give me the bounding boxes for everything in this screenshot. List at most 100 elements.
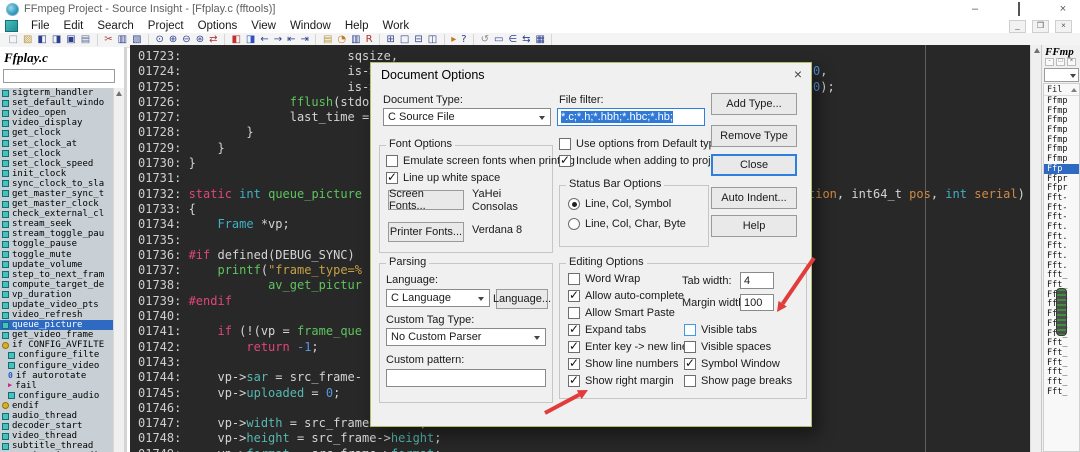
symbol-item-stream-toggle-pau[interactable]: stream_toggle_pau (0, 229, 117, 239)
symbol-item-toggle-pause[interactable]: toggle_pause (0, 239, 117, 249)
file-list-item[interactable]: Fft_ (1044, 338, 1079, 348)
symbol-item-video-refresh[interactable]: video_refresh (0, 310, 117, 320)
file-filter-select[interactable] (1044, 68, 1079, 82)
symbol-item-sigterm-handler[interactable]: sigterm_handler (0, 88, 117, 98)
language-select[interactable]: C Language (386, 289, 490, 307)
close-icon[interactable]: × (1056, 0, 1070, 18)
symbol-filter-input[interactable] (3, 69, 115, 83)
symbol-item-init-clock[interactable]: init_clock (0, 169, 117, 179)
panel-restore-icon[interactable]: □ (1056, 58, 1065, 66)
minimize-icon[interactable]: – (968, 0, 982, 18)
margin-width-input[interactable]: 100 (740, 294, 774, 311)
editing-show-page-breaks-checkbox[interactable]: Show page breaks (684, 372, 792, 389)
dialog-close-icon[interactable]: × (794, 66, 802, 82)
editing-allow-auto-complete-checkbox[interactable]: Allow auto-complete (568, 287, 688, 304)
copy-icon[interactable]: ▥ (115, 34, 129, 46)
print-icon[interactable]: ▤ (78, 34, 92, 46)
symbol-item-step-to-next-fram[interactable]: step_to_next_fram (0, 270, 117, 280)
statusbar-line-col-char-byte-radio[interactable]: Line, Col, Char, Byte (568, 214, 686, 234)
file-list-item[interactable]: Ffmp (1044, 144, 1079, 154)
symbol-item-sync-clock-to-sla[interactable]: sync_clock_to_sla (0, 179, 117, 189)
file-list-item[interactable]: fft_ (1044, 270, 1079, 280)
scroll-up-icon[interactable] (1071, 87, 1077, 92)
printer-fonts-button[interactable]: Printer Fonts... (388, 222, 464, 242)
menu-search[interactable]: Search (90, 20, 140, 32)
file-list-item[interactable]: Ffmp (1044, 96, 1079, 106)
symbol-item-video-thread[interactable]: video_thread (0, 431, 117, 441)
file-list-item[interactable]: Ffpr (1044, 174, 1079, 184)
symbol-item-get-clock[interactable]: get_clock (0, 128, 117, 138)
symbol-item-toggle-mute[interactable]: toggle_mute (0, 250, 117, 260)
file-filter-input[interactable]: *.c;*.h;*.hbh;*.hbc;*.hb; (557, 108, 705, 126)
symbol-item-update-video-pts[interactable]: update_video_pts (0, 300, 117, 310)
add-type-button[interactable]: Add Type... (711, 93, 797, 115)
editing-expand-tabs-checkbox[interactable]: Expand tabs (568, 321, 688, 338)
file-list-item[interactable]: Ffmp (1044, 106, 1079, 116)
menu-file[interactable]: File (24, 20, 57, 32)
custom-pattern-input[interactable] (386, 369, 546, 387)
symbol-item-check-external-cl[interactable]: check_external_cl (0, 209, 117, 219)
mdi-restore-icon[interactable]: ❒ (1032, 20, 1049, 33)
file-list-item[interactable]: Ffpr (1044, 183, 1079, 193)
save-as-icon[interactable]: ◨ (49, 34, 63, 46)
document-type-select[interactable]: C Source File (383, 108, 551, 126)
file-list-item[interactable]: Fft_ (1044, 358, 1079, 368)
save-all-icon[interactable]: ▣ (64, 34, 78, 46)
file-list-item[interactable]: Ffmp (1044, 135, 1079, 145)
symbol-item-get-video-frame[interactable]: get_video_frame (0, 330, 117, 340)
mdi-close-icon[interactable]: × (1055, 20, 1072, 33)
symbol-item-video-display[interactable]: video_display (0, 118, 117, 128)
symbol-item-queue-picture[interactable]: queue_picture (0, 320, 117, 331)
dialog-title-bar[interactable]: Document Options × (371, 63, 811, 87)
editing-visible-spaces-checkbox[interactable]: Visible spaces (684, 338, 792, 355)
symbol-item-configure-video[interactable]: configure_video (0, 361, 117, 371)
custom-tag-type-select[interactable]: No Custom Parser (386, 328, 546, 346)
file-list-item[interactable]: Fft. (1044, 241, 1079, 251)
mdi-minimize-icon[interactable]: _ (1009, 20, 1026, 33)
file-list-item[interactable]: Ffp (1044, 163, 1079, 174)
symbol-item-video-open[interactable]: video_open (0, 108, 117, 118)
scroll-up-icon[interactable] (116, 91, 122, 96)
symbol-item-if-autorotate[interactable]: 0 if autorotate (0, 371, 117, 381)
symbol-item-stream-seek[interactable]: stream_seek (0, 219, 117, 229)
help-button[interactable]: Help (711, 215, 797, 237)
remove-type-button[interactable]: Remove Type (711, 125, 797, 147)
menu-work[interactable]: Work (376, 20, 417, 32)
editing-show-right-margin-checkbox[interactable]: Show right margin (568, 372, 688, 389)
symbol-item-set-clock-speed[interactable]: set_clock_speed (0, 159, 117, 169)
font-emulate-screen-fonts-when-printing-checkbox[interactable]: Emulate screen fonts when printing (386, 152, 575, 169)
file-list-item[interactable]: fft_ (1044, 367, 1079, 377)
symbol-item-fail[interactable]: ▶ fail (0, 381, 117, 391)
file-list-item[interactable]: Fft. (1044, 232, 1079, 242)
symbol-item-configure-filte[interactable]: configure_filte (0, 350, 117, 360)
file-list-item[interactable]: Ffmp (1044, 125, 1079, 135)
file-list-item[interactable]: Fft- (1044, 212, 1079, 222)
symbol-item-vp-duration[interactable]: vp_duration (0, 290, 117, 300)
close-button[interactable]: Close (711, 154, 797, 176)
symbol-item-get-master-clock[interactable]: get_master_clock (0, 199, 117, 209)
cut-icon[interactable]: ✂ (102, 34, 115, 46)
restore-icon[interactable] (1012, 0, 1026, 18)
save-icon[interactable]: ◧ (35, 34, 49, 46)
tab-width-input[interactable]: 4 (740, 272, 774, 289)
screen-fonts-button[interactable]: Screen Fonts... (388, 188, 464, 212)
symbol-item-compute-target-de[interactable]: compute_target_de (0, 280, 117, 290)
symbol-item-set-clock[interactable]: set_clock (0, 149, 117, 159)
file-list-item[interactable]: Ffmp (1044, 115, 1079, 125)
file-list-item[interactable]: Ffmp (1044, 154, 1079, 164)
symbol-item-endif[interactable]: endif (0, 401, 117, 411)
language-button[interactable]: Language... (493, 289, 551, 309)
symbol-item-set-clock-at[interactable]: set_clock_at (0, 138, 117, 149)
type-use-options-from-default-type-checkbox[interactable]: Use options from Default type (559, 135, 731, 152)
file-list-item[interactable]: Fft- (1044, 193, 1079, 203)
menu-view[interactable]: View (244, 20, 283, 32)
editing-enter-key-new-line-checkbox[interactable]: Enter key -> new line (568, 338, 688, 355)
editing-symbol-window-checkbox[interactable]: Symbol Window (684, 355, 792, 372)
editing-show-line-numbers-checkbox[interactable]: Show line numbers (568, 355, 688, 372)
auto-indent-button[interactable]: Auto Indent... (711, 187, 797, 209)
file-list-item[interactable]: Fft- (1044, 203, 1079, 213)
symbol-item-decoder-start[interactable]: decoder_start (0, 421, 117, 431)
symbol-item-subtitle-thread[interactable]: subtitle_thread (0, 441, 117, 451)
file-list-item[interactable]: Fft. (1044, 251, 1079, 261)
file-list-item[interactable]: fft_ (1044, 377, 1079, 387)
